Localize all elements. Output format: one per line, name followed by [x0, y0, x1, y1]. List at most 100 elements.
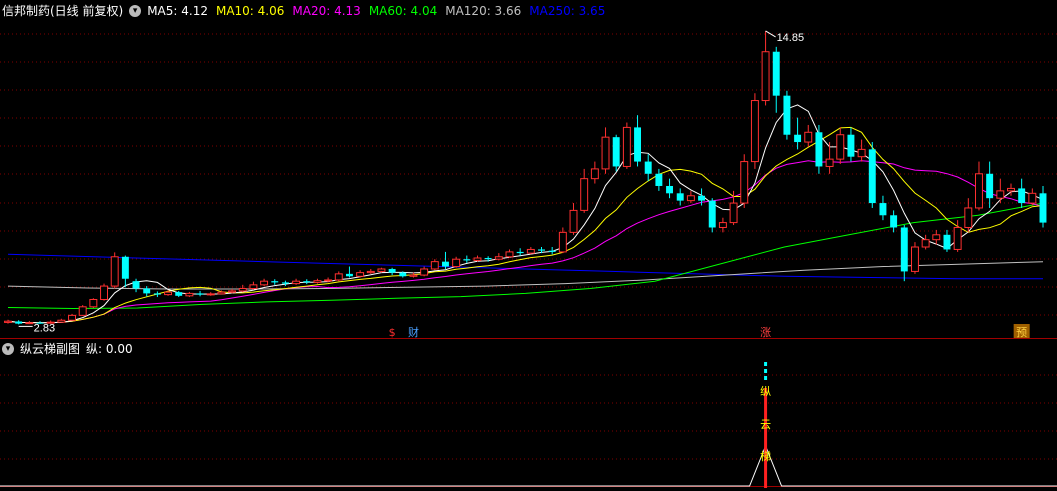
settings-dropdown-icon[interactable]: ▾	[129, 5, 142, 17]
candle-body-up	[324, 279, 333, 282]
candle-body-up	[910, 246, 919, 272]
candle-body-down	[943, 234, 951, 250]
candle-body-down	[772, 51, 780, 96]
candle-body-up	[89, 298, 98, 308]
candle-body-up	[409, 274, 418, 277]
low-price-label: 2.83	[34, 322, 55, 334]
candle-body-up	[761, 51, 770, 102]
candle-body-up	[249, 284, 258, 290]
candle-body-down	[463, 259, 471, 261]
candle-body-up	[228, 290, 237, 293]
sub-settings-dropdown-icon[interactable]: ▾	[2, 343, 14, 355]
candle-body-down	[388, 268, 396, 273]
candle-body-down	[345, 273, 353, 277]
candle-body-up	[377, 268, 386, 272]
ma-legend-item: MA5: 4.12	[147, 4, 208, 18]
candle-body-down	[794, 134, 802, 143]
candle-body-up	[260, 280, 269, 286]
sub-signal-char: 梯	[760, 450, 771, 463]
candle-body-down	[634, 127, 642, 162]
candle-body-up	[452, 258, 461, 268]
candle-body-up	[975, 173, 983, 209]
candle-body-up	[740, 161, 749, 204]
candle-body-down	[281, 282, 289, 284]
candle-body-down	[783, 95, 791, 135]
candle-body-up	[857, 148, 866, 158]
ma20-line	[7, 160, 1044, 324]
candle-body-up	[622, 126, 631, 167]
candle-body-down	[15, 321, 23, 324]
high-pointer	[765, 30, 776, 38]
candle-body-down	[303, 281, 311, 283]
ma-legend-item: MA10: 4.06	[215, 4, 285, 18]
candle-body-up	[78, 306, 87, 316]
candle-body-up	[953, 226, 962, 250]
high-price-label: 14.85	[777, 32, 805, 44]
ma-legend-item: MA20: 4.13	[292, 4, 361, 18]
candle-body-down	[538, 249, 545, 251]
candle-body-down	[868, 149, 876, 204]
candle-body-up	[505, 251, 514, 258]
ma-legend-item: MA120: 3.66	[445, 4, 522, 18]
candle-body-down	[655, 173, 663, 186]
candle-body-down	[879, 203, 887, 216]
ma-legend-item: MA250: 3.65	[529, 4, 606, 18]
candle-body-down	[900, 227, 908, 272]
ma-legend-item: MA60: 4.04	[368, 4, 438, 18]
candle-body-down	[644, 161, 652, 174]
candle-body-up	[430, 261, 439, 270]
candle-body-up	[494, 256, 503, 260]
event-marker: $	[389, 326, 396, 339]
candle-body-up	[292, 280, 301, 285]
ma120-line	[7, 261, 1044, 290]
candle-body-up	[825, 158, 834, 167]
candle-body-down	[612, 137, 620, 167]
candle-body-up	[110, 256, 119, 287]
candle-body-up	[996, 190, 1005, 199]
candle-body-down	[1039, 193, 1047, 223]
candle-body-up	[100, 285, 108, 300]
candle-body-down	[153, 293, 161, 295]
candle-body-up	[185, 292, 194, 297]
main-header: 信邦制药(日线 前复权) ▾ MA5: 4.12 MA10: 4.06 MA20: …	[0, 2, 613, 20]
candle-body-up	[366, 270, 375, 274]
candle-body-down	[708, 200, 716, 228]
ma5-line	[7, 104, 1044, 324]
event-marker: 涨	[760, 326, 771, 339]
stock-chart: 2.83 14.85 $ 财 涨 预纵云梯	[0, 30, 1057, 488]
candle-body-up	[601, 136, 610, 170]
candle-body-up	[580, 178, 589, 211]
candle-body-up	[25, 322, 34, 325]
candle-body-up	[334, 273, 343, 281]
candle-body-up	[206, 293, 215, 296]
candle-body-up	[57, 319, 66, 323]
candle-body-up	[718, 222, 727, 228]
candle-body-up	[836, 134, 845, 160]
candle-body-up	[804, 131, 813, 143]
candle-body-up	[217, 291, 226, 295]
candle-body-down	[175, 292, 183, 296]
candle-body-down	[676, 193, 684, 201]
candle-body-up	[558, 231, 567, 253]
candle-body-down	[516, 251, 524, 254]
candle-body-down	[1018, 188, 1026, 204]
candle-body-up	[68, 314, 76, 321]
event-marker: 财	[408, 325, 419, 339]
candle-body-down	[847, 134, 855, 157]
candle-body-up	[356, 272, 365, 277]
candle-body-down	[666, 185, 674, 194]
sub-indicator-line	[0, 444, 1057, 487]
candle-body-up	[4, 320, 12, 323]
candle-body-down	[143, 288, 151, 294]
candle-body-down	[399, 272, 407, 277]
event-marker: 预	[1016, 326, 1027, 339]
candle-body-up	[1028, 192, 1037, 204]
candle-body-up	[473, 257, 482, 261]
candle-body-up	[313, 280, 322, 283]
candle-body-up	[590, 168, 599, 180]
candle-body-up	[238, 288, 247, 292]
candle-body-down	[132, 281, 140, 289]
candle-body-down	[442, 261, 449, 267]
candle-body-down	[548, 250, 556, 252]
candle-body-up	[1007, 187, 1015, 192]
